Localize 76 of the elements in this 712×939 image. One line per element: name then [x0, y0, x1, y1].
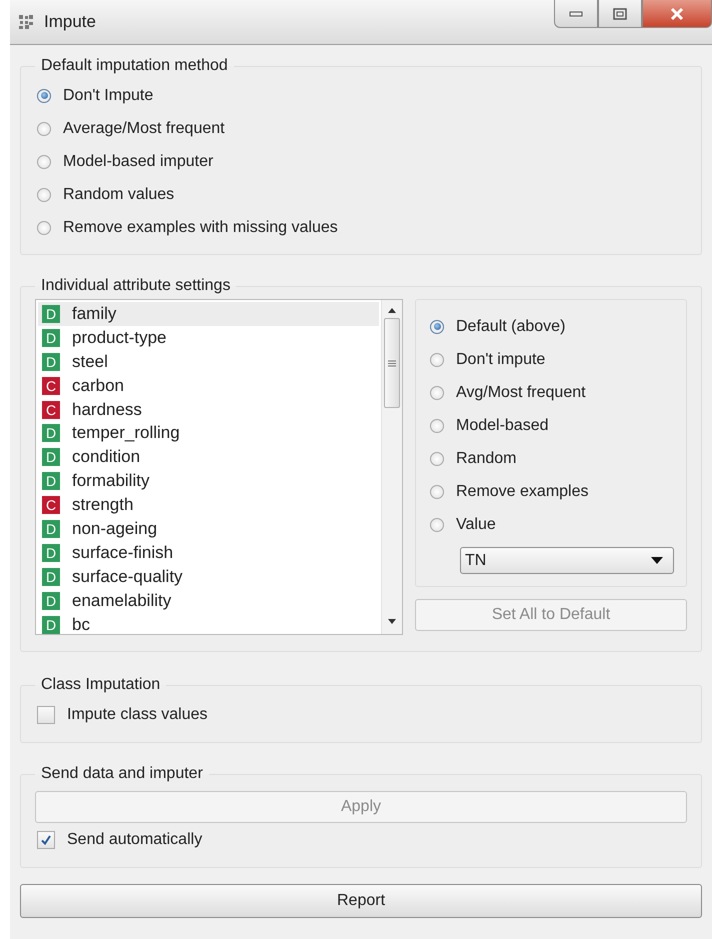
attribute-name: product-type [72, 328, 166, 348]
value-dropdown[interactable]: TN [460, 547, 674, 574]
attribute-name: non-ageing [72, 518, 158, 539]
attribute-name: bc [72, 614, 90, 634]
attribute-name: condition [72, 447, 140, 468]
group-title: Send data and imputer [40, 765, 204, 783]
checkbox[interactable]: Impute class values [35, 698, 208, 732]
type-badge: D [42, 424, 60, 442]
radio-button[interactable]: Model-based [428, 409, 548, 442]
attribute-name: strength [72, 495, 134, 516]
checkbox-indicator[interactable] [37, 831, 55, 849]
type-badge: D [42, 328, 60, 347]
attribute-name: formability [72, 471, 150, 492]
radio-button[interactable]: Random values [35, 178, 174, 211]
report-button[interactable]: Report [20, 884, 702, 918]
type-badge: D [42, 544, 60, 562]
radio-button[interactable]: Remove examples with missing values [35, 211, 338, 244]
radio-indicator[interactable] [37, 188, 51, 202]
type-badge: D [42, 520, 60, 538]
type-badge: D [42, 448, 60, 466]
radio-indicator[interactable] [37, 154, 51, 168]
radio-button[interactable]: Value [428, 508, 496, 541]
minimize-button[interactable] [554, 0, 598, 28]
type-badge: D [42, 616, 60, 634]
radio-button[interactable]: Default (above) [428, 310, 566, 343]
maximize-button[interactable] [598, 0, 642, 28]
attribute-name: enamelability [72, 590, 172, 611]
attribute-name: family [72, 304, 116, 324]
attribute-name: hardness [72, 400, 142, 420]
attribute-name: surface-finish [72, 542, 174, 563]
window-title: Impute [44, 12, 96, 32]
radio-indicator[interactable] [430, 484, 444, 498]
radio-indicator[interactable] [37, 88, 51, 102]
radio-indicator[interactable] [430, 452, 444, 466]
type-badge: D [42, 472, 60, 490]
radio-button[interactable]: Don't Impute [35, 79, 154, 112]
scrollbar[interactable] [381, 300, 402, 634]
grip-icon [388, 360, 396, 366]
radio-indicator[interactable] [430, 518, 444, 532]
radio-button[interactable]: Average/Most frequent [35, 112, 225, 145]
type-badge: C [42, 496, 60, 514]
group-title: Default imputation method [40, 57, 229, 75]
caret-icon [651, 557, 663, 564]
radio-button[interactable]: Random [428, 442, 516, 475]
scroll-down-icon[interactable] [387, 618, 397, 626]
radio-indicator[interactable] [430, 418, 444, 432]
type-badge: D [42, 568, 60, 586]
type-badge: D [42, 592, 60, 610]
radio-indicator[interactable] [37, 220, 51, 234]
app-icon [18, 14, 34, 30]
close-button[interactable] [642, 0, 712, 28]
attribute-item[interactable]: D family [38, 302, 379, 326]
type-badge: C [42, 400, 60, 418]
attribute-name: carbon [72, 376, 124, 396]
radio-button[interactable]: Avg/Most frequent [428, 376, 586, 409]
group-title: Class Imputation [40, 676, 162, 694]
attribute-name: temper_rolling [72, 423, 180, 444]
maximize-icon [613, 8, 627, 20]
type-badge: D [42, 352, 60, 371]
radio-indicator[interactable] [430, 386, 444, 400]
radio-button[interactable]: Model-based imputer [35, 145, 214, 178]
attribute-name: surface-quality [72, 566, 183, 587]
minimize-icon [569, 10, 583, 16]
attribute-name: steel [72, 352, 108, 372]
radio-indicator[interactable] [37, 122, 51, 136]
close-icon [669, 6, 685, 20]
checkbox-indicator[interactable] [37, 706, 55, 724]
type-badge: D [42, 304, 60, 323]
radio-indicator[interactable] [430, 320, 444, 334]
radio-button[interactable]: Remove examples [428, 475, 588, 508]
group-title: Individual attribute settings [40, 277, 232, 295]
radio-button[interactable]: Don't impute [428, 343, 546, 376]
scroll-up-icon[interactable] [387, 306, 397, 314]
type-badge: C [42, 376, 60, 395]
checkbox[interactable]: Send automatically [35, 823, 687, 857]
radio-indicator[interactable] [430, 352, 444, 366]
